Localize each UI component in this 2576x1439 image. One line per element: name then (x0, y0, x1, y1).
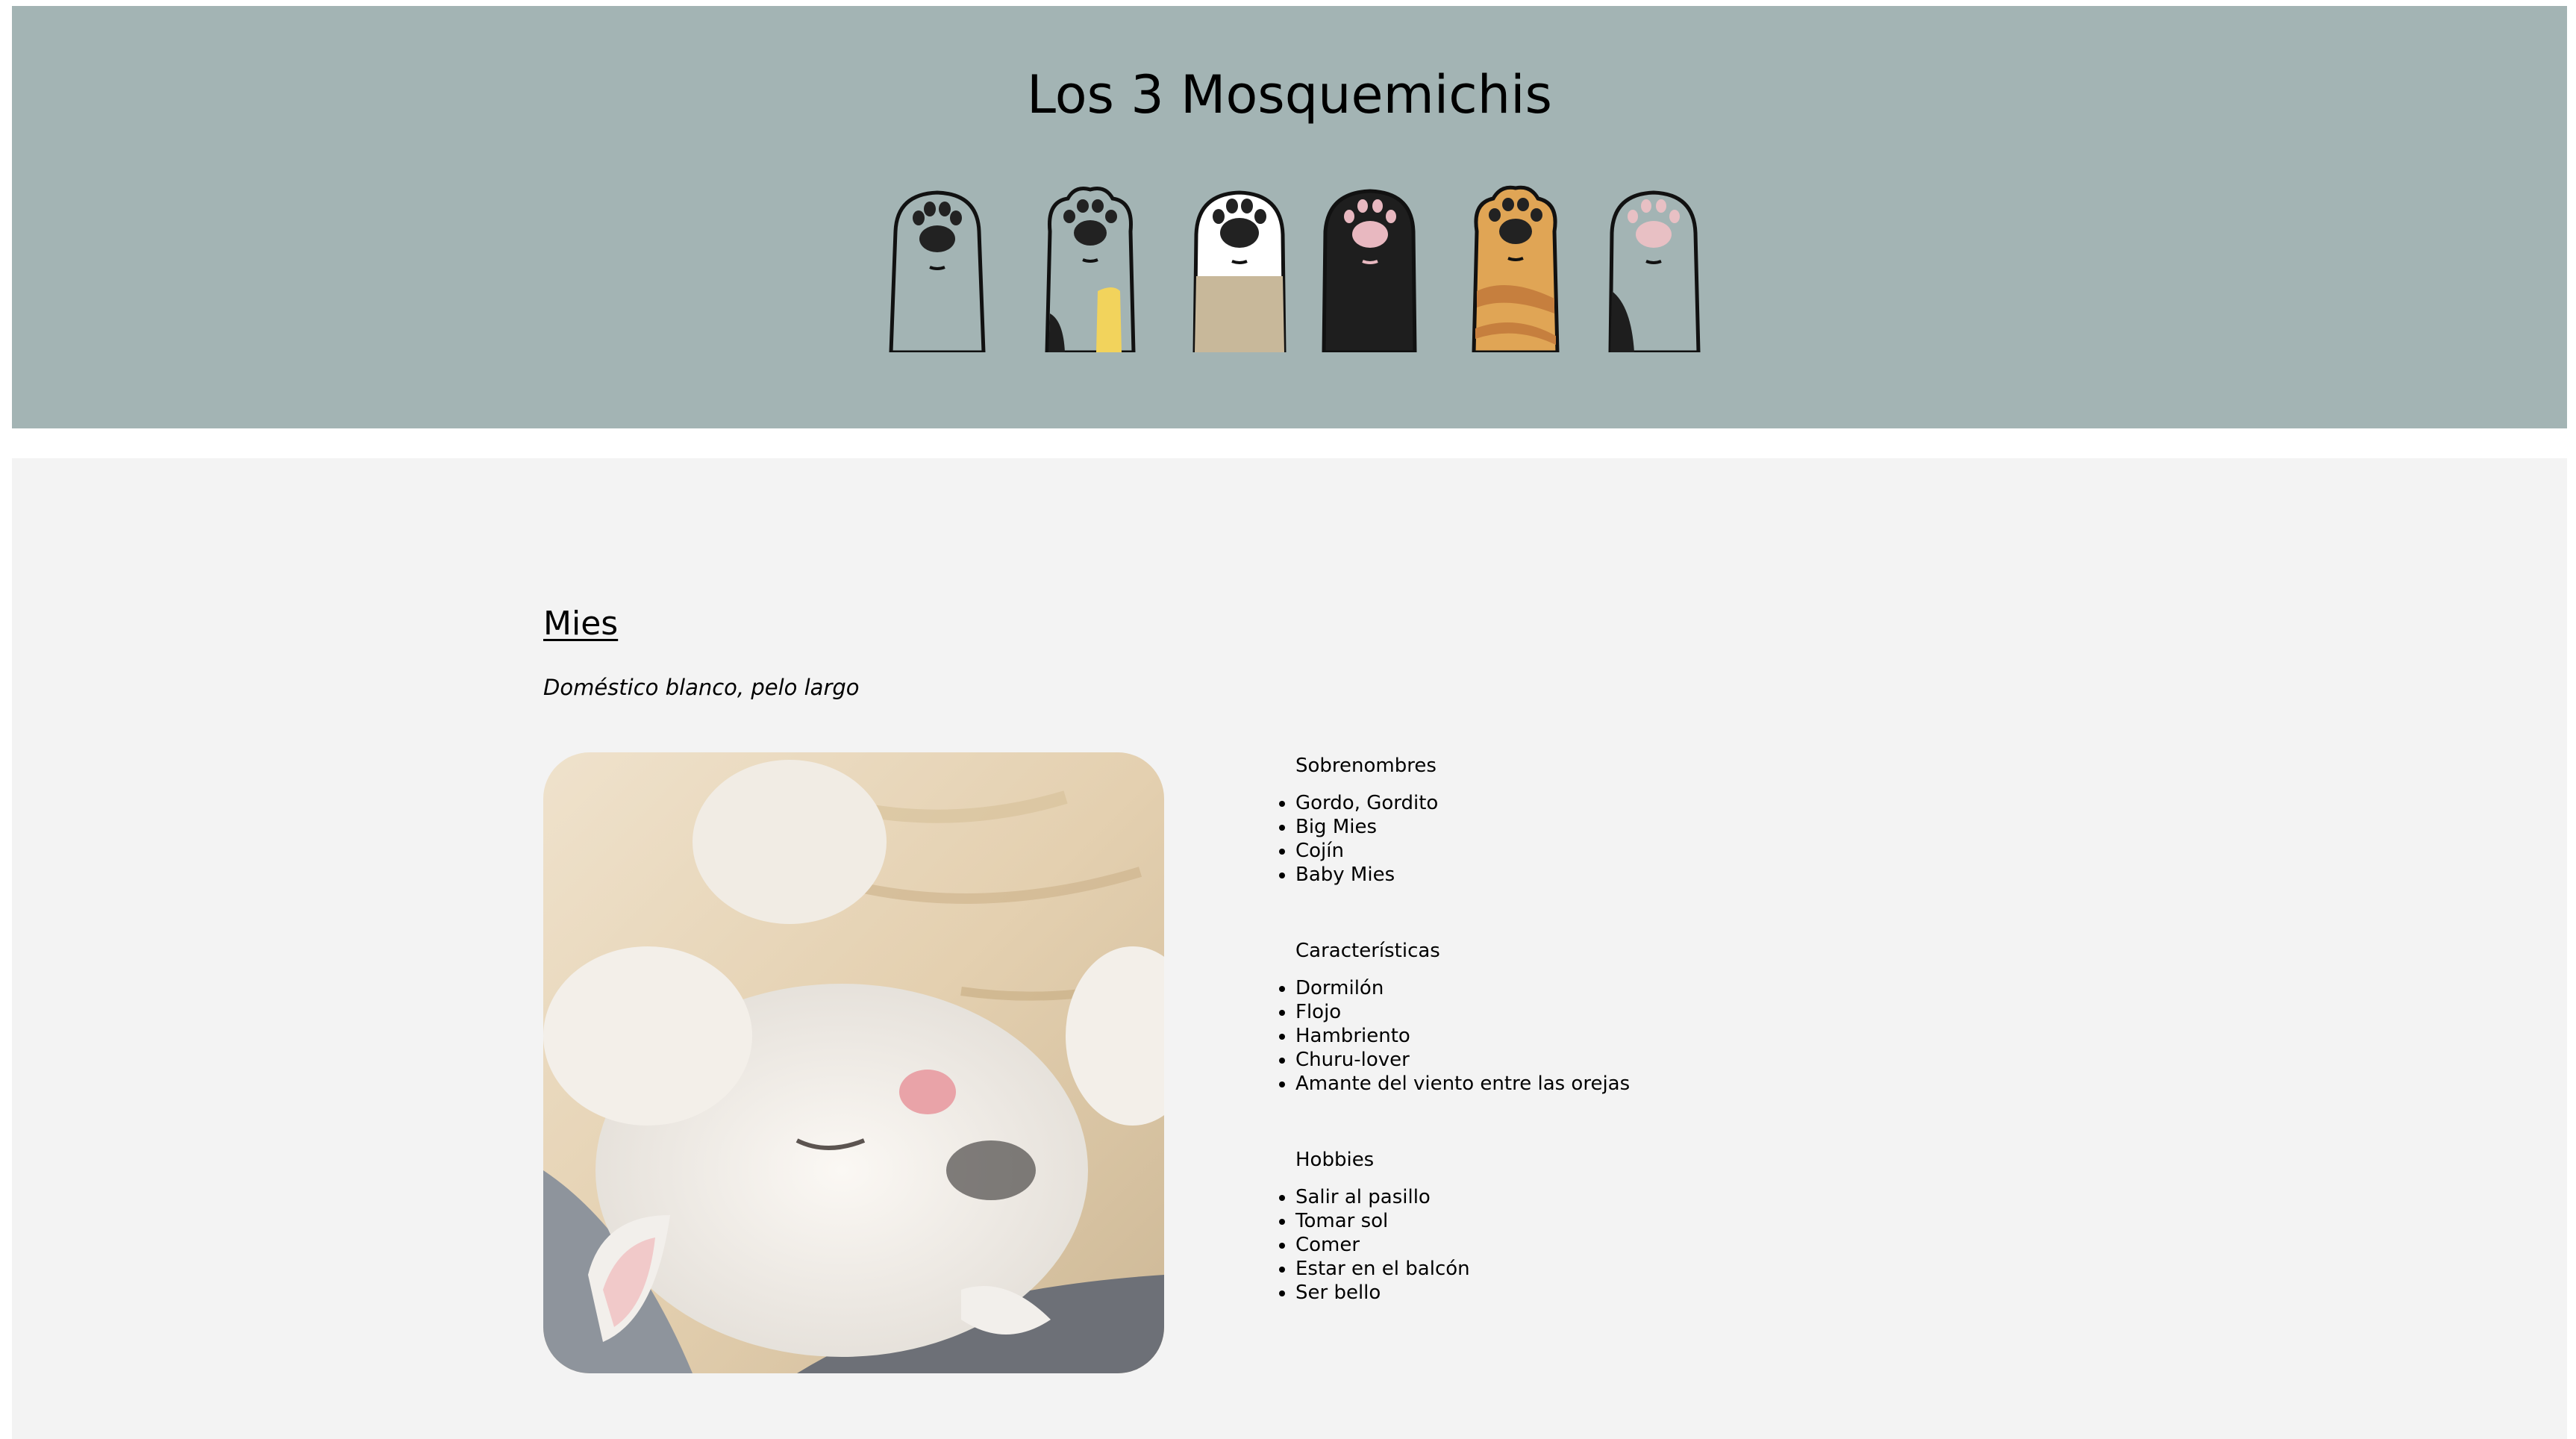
paw-white-cream-icon (1192, 190, 1287, 352)
cat-photo (543, 752, 1164, 1373)
list-item: Hambriento (1295, 1024, 1934, 1048)
list-item: Salir al pasillo (1295, 1185, 1934, 1209)
list-item: Baby Mies (1295, 863, 1934, 887)
site-title: Los 3 Mosquemichis (1026, 64, 1553, 125)
hobbies-list: Salir al pasillo Tomar sol Comer Estar e… (1263, 1185, 1934, 1305)
cat-profile-section: Mies Doméstico blanco, pelo largo Sobren… (12, 458, 2567, 1439)
nicknames-heading: Sobrenombres (1295, 755, 1437, 777)
sleeping-white-cat-photo (543, 752, 1164, 1373)
list-item: Big Mies (1295, 815, 1934, 839)
paw-banner (885, 179, 1706, 352)
site-header: Los 3 Mosquemichis (12, 6, 2567, 428)
paw-calico-icon (1045, 187, 1136, 352)
paw-gray-icon (889, 190, 986, 352)
list-item: Estar en el balcón (1295, 1257, 1934, 1281)
traits-heading: Características (1295, 940, 1440, 962)
list-item: Cojín (1295, 839, 1934, 863)
list-item: Gordo, Gordito (1295, 791, 1934, 815)
list-item: Amante del viento entre las orejas (1295, 1072, 1934, 1096)
nicknames-list: Gordo, Gordito Big Mies Cojín Baby Mies (1263, 791, 1934, 887)
list-item: Tomar sol (1295, 1209, 1934, 1233)
traits-list: Dormilón Flojo Hambriento Churu-lover Am… (1263, 976, 1934, 1096)
list-item: Dormilón (1295, 976, 1934, 1000)
list-item: Comer (1295, 1233, 1934, 1257)
list-item: Flojo (1295, 1000, 1934, 1024)
list-item: Churu-lover (1295, 1048, 1934, 1072)
paw-orange-tabby-icon (1472, 185, 1560, 352)
cat-breed-text: Doméstico blanco, pelo largo (543, 675, 860, 700)
cat-name-heading: Mies (543, 605, 619, 643)
paw-black-icon (1322, 189, 1417, 352)
hobbies-heading: Hobbies (1295, 1149, 1375, 1171)
paw-gray-pink-icon (1608, 190, 1701, 352)
cat-info-panel: Sobrenombres Gordo, Gordito Big Mies Coj… (1263, 751, 1934, 1354)
list-item: Ser bello (1295, 1281, 1934, 1305)
